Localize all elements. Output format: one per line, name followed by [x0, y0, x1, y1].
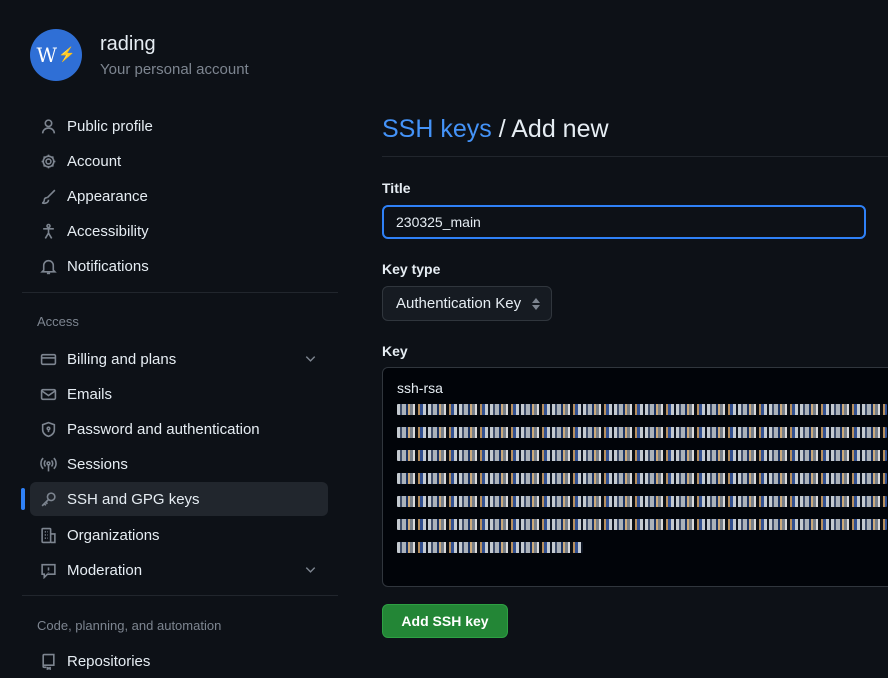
account-header: W ⚡ rading Your personal account: [30, 29, 249, 81]
sidebar-item-label: Password and authentication: [67, 420, 260, 438]
sidebar-item-sessions[interactable]: Sessions: [30, 447, 328, 481]
redacted-key-line: [397, 404, 887, 415]
sidebar-item-billing[interactable]: Billing and plans: [30, 342, 328, 376]
sidebar-divider: [22, 595, 338, 596]
report-icon: [38, 560, 58, 580]
key-prefix: ssh-rsa: [397, 380, 887, 396]
breadcrumb-current: Add new: [511, 115, 609, 143]
key-textarea[interactable]: ssh-rsa: [382, 367, 888, 587]
repo-icon: [38, 651, 58, 671]
redacted-key-line: [397, 542, 583, 553]
sidebar-item-account[interactable]: Account: [30, 144, 328, 178]
heading-divider: [382, 156, 888, 157]
select-arrows-icon: [530, 296, 542, 316]
redacted-key-line: [397, 473, 887, 484]
breadcrumb-separator: /: [498, 115, 506, 143]
credit-card-icon: [38, 349, 58, 369]
gear-icon: [38, 151, 58, 171]
section-label-access: Access: [37, 314, 79, 329]
key-type-label: Key type: [382, 261, 441, 277]
sidebar-item-notifications[interactable]: Notifications: [30, 249, 328, 283]
key-prefix-text: ssh-rsa: [397, 380, 443, 396]
account-subtitle: Your personal account: [100, 61, 249, 78]
sidebar-item-label: Emails: [67, 385, 113, 403]
accessibility-icon: [38, 221, 58, 241]
sidebar-item-label: Moderation: [67, 561, 143, 579]
avatar[interactable]: W ⚡: [30, 29, 82, 81]
account-name[interactable]: rading: [100, 32, 249, 56]
section-label-code: Code, planning, and automation: [37, 618, 222, 633]
page-title: SSH keys / Add new: [382, 115, 609, 144]
sidebar-item-repositories[interactable]: Repositories: [30, 644, 328, 678]
chevron-down-icon[interactable]: [303, 351, 318, 370]
key-type-value: Authentication Key: [396, 295, 522, 312]
sidebar-item-label: Billing and plans: [67, 350, 177, 368]
sidebar-item-label: Notifications: [67, 257, 149, 275]
sidebar-item-organizations[interactable]: Organizations: [30, 518, 328, 552]
paintbrush-icon: [38, 186, 58, 206]
sidebar-item-label: Repositories: [67, 652, 151, 670]
sidebar-item-label: Public profile: [67, 117, 153, 135]
sidebar-item-password[interactable]: Password and authentication: [30, 412, 328, 446]
sidebar-item-label: SSH and GPG keys: [67, 490, 200, 508]
sidebar-item-label: Account: [67, 152, 122, 170]
sidebar-item-label: Appearance: [67, 187, 148, 205]
shield-lock-icon: [38, 419, 58, 439]
avatar-letter: W: [36, 43, 58, 67]
sidebar-item-ssh-gpg-keys[interactable]: SSH and GPG keys: [21, 482, 328, 516]
key-label: Key: [382, 343, 408, 359]
sidebar-item-label: Sessions: [67, 455, 128, 473]
sidebar-divider: [22, 292, 338, 293]
person-icon: [38, 116, 58, 136]
redacted-key-line: [397, 496, 887, 507]
key-icon: [38, 489, 58, 509]
redacted-key-line: [397, 427, 887, 438]
mail-icon: [38, 384, 58, 404]
key-type-select[interactable]: Authentication Key: [382, 286, 552, 321]
sidebar-item-appearance[interactable]: Appearance: [30, 179, 328, 213]
chevron-down-icon[interactable]: [303, 562, 318, 581]
sidebar-item-moderation[interactable]: Moderation: [30, 553, 328, 587]
lightning-icon: ⚡: [58, 47, 76, 63]
bell-icon: [38, 256, 58, 276]
sidebar-item-label: Accessibility: [67, 222, 149, 240]
broadcast-icon: [38, 454, 58, 474]
add-ssh-key-button[interactable]: Add SSH key: [382, 604, 508, 638]
sidebar-item-public-profile[interactable]: Public profile: [30, 109, 328, 143]
title-label: Title: [382, 180, 411, 196]
sidebar-item-accessibility[interactable]: Accessibility: [30, 214, 328, 248]
redacted-key-line: [397, 450, 887, 461]
title-input[interactable]: [382, 205, 866, 239]
organization-icon: [38, 525, 58, 545]
breadcrumb-ssh-keys-link[interactable]: SSH keys: [382, 115, 492, 143]
redacted-key-line: [397, 519, 887, 530]
sidebar-item-emails[interactable]: Emails: [30, 377, 328, 411]
active-indicator: [21, 488, 25, 510]
sidebar-item-label: Organizations: [67, 526, 160, 544]
